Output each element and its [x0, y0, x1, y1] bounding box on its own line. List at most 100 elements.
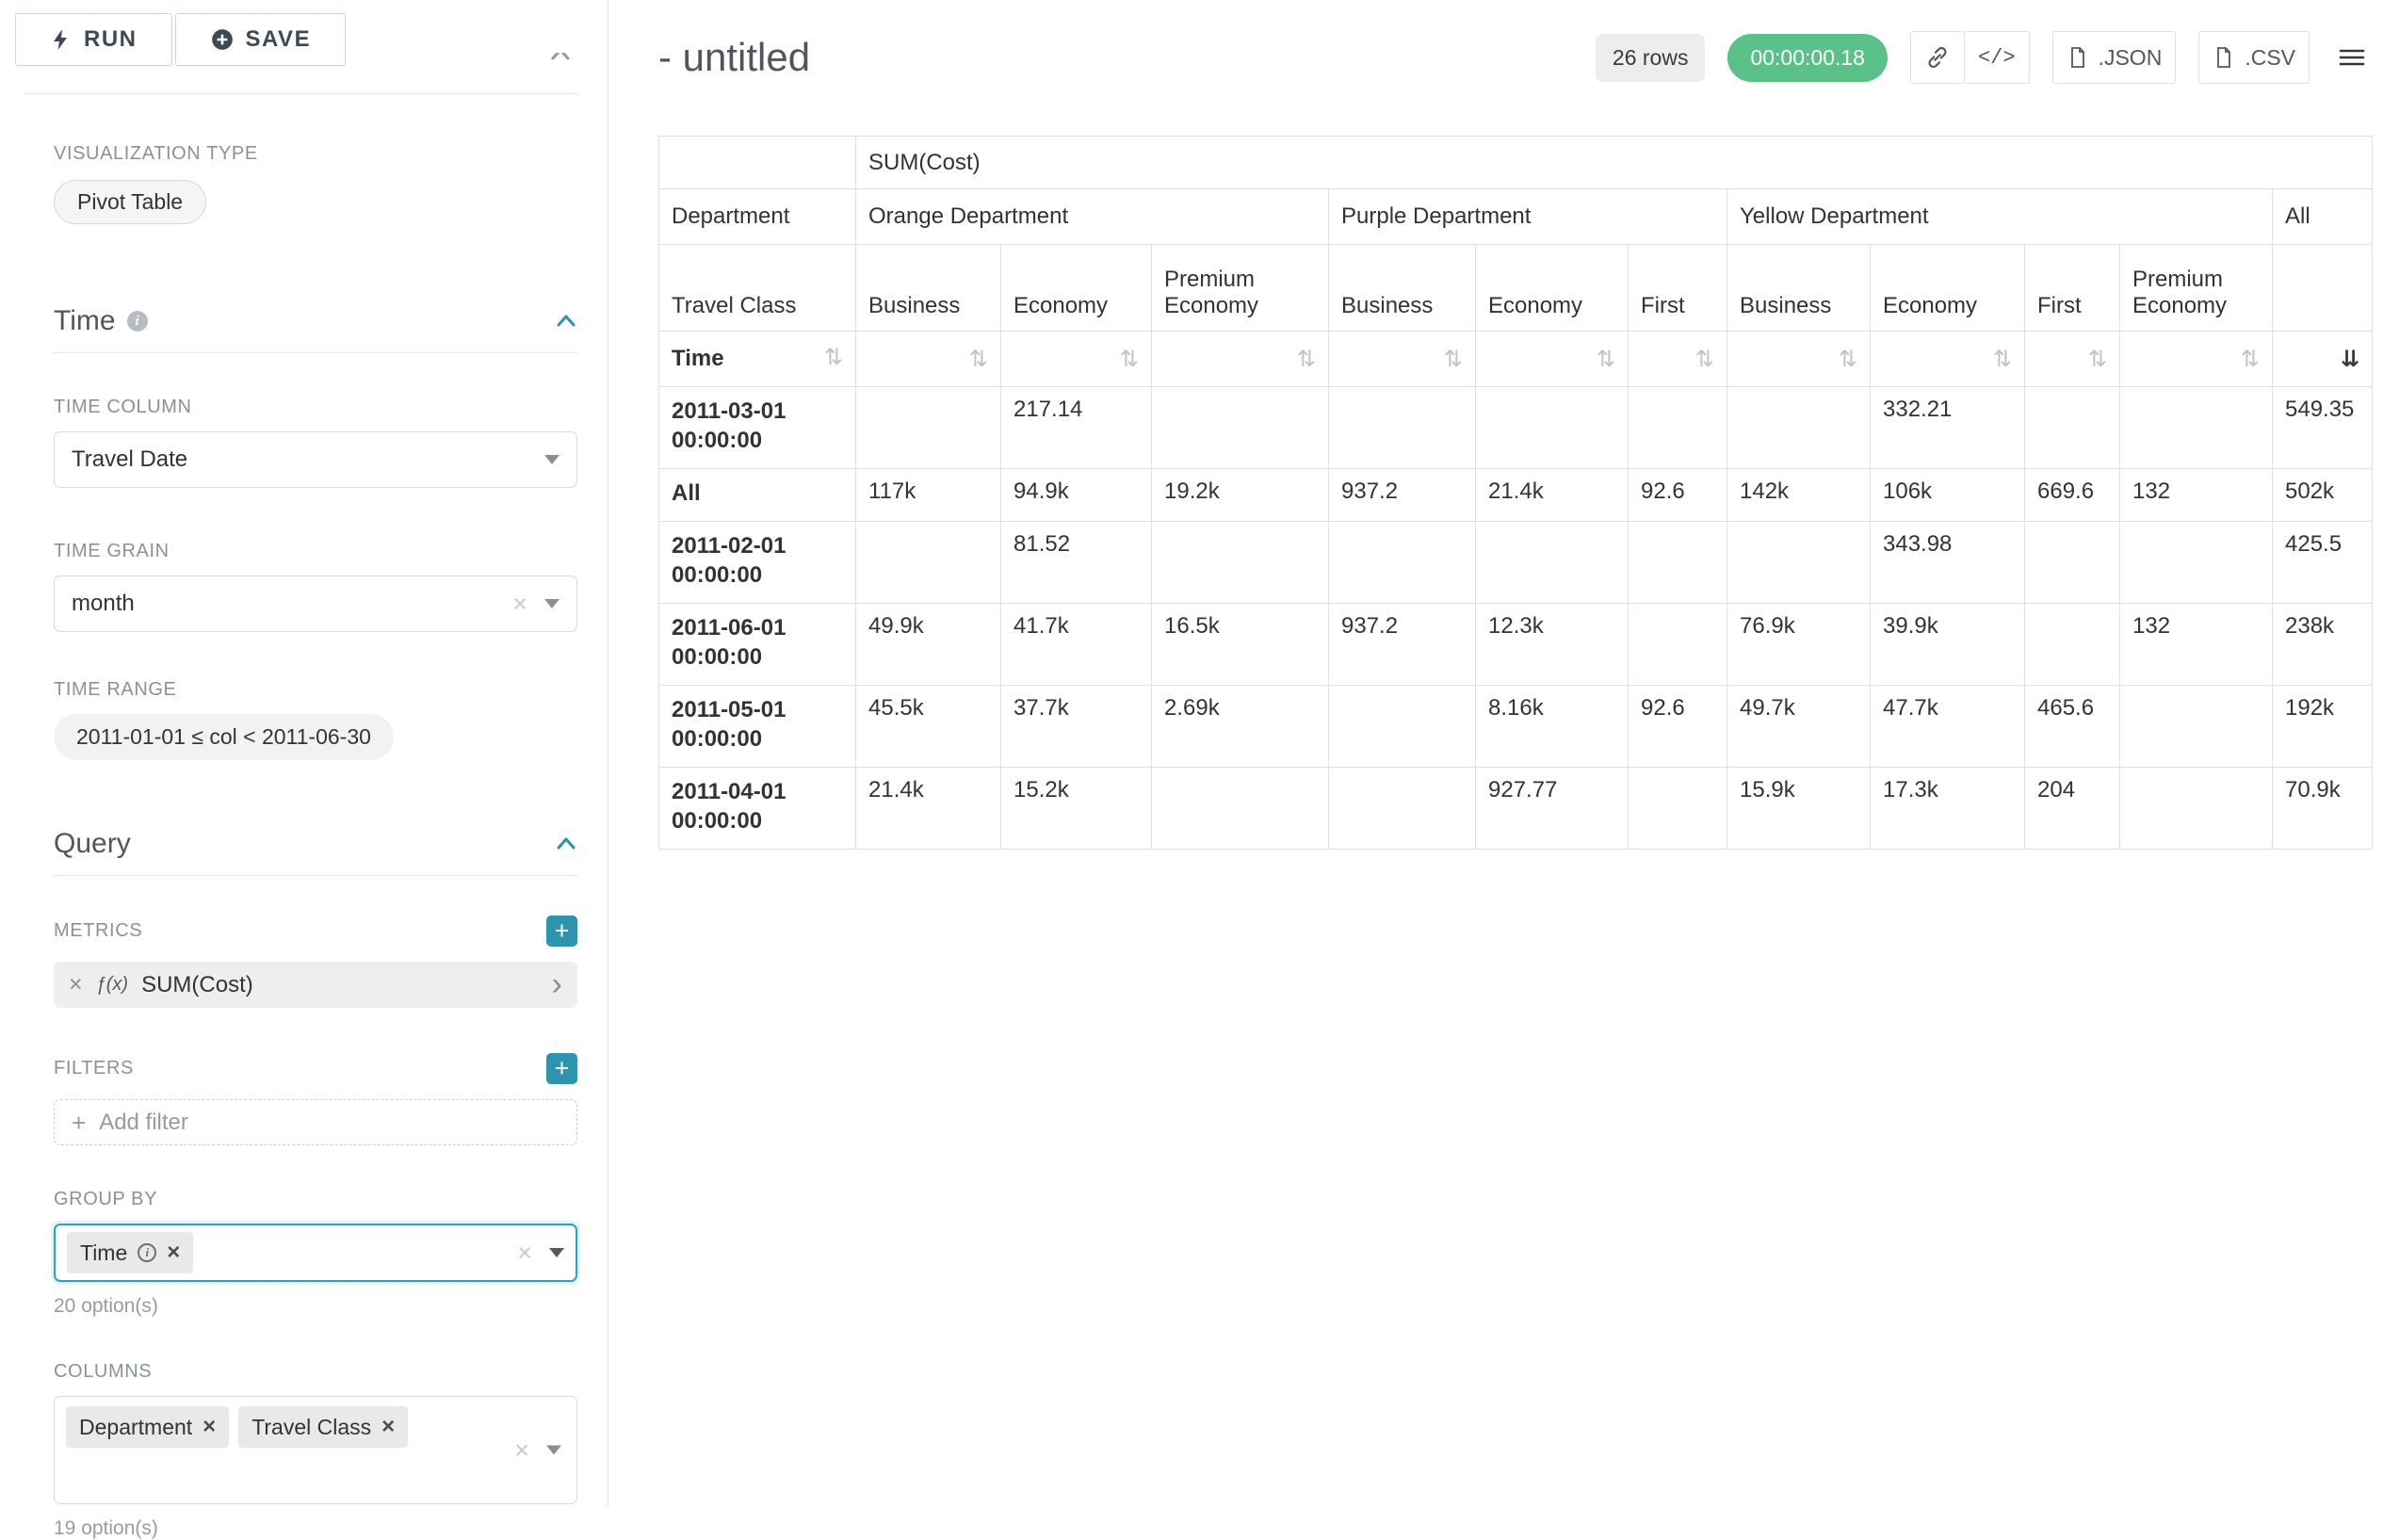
viz-type-pill[interactable]: Pivot Table [54, 180, 206, 224]
sort-icon[interactable]: ⇅ [2088, 348, 2107, 370]
pivot-class-header: First [2025, 245, 2120, 332]
pivot-cell: 81.52 [1001, 522, 1152, 604]
table-row: 2011-04-01 00:00:0021.4k15.2k927.7715.9k… [659, 768, 2373, 850]
pivot-cell: 8.16k [1476, 686, 1629, 768]
chevron-right-icon[interactable]: › [552, 972, 562, 997]
pivot-cell [2120, 387, 2273, 469]
clear-icon[interactable]: × [517, 1240, 532, 1266]
export-json-button[interactable]: .JSON [2052, 31, 2177, 84]
clear-icon[interactable]: × [512, 592, 527, 617]
pivot-class-header: Business [1727, 245, 1871, 332]
pivot-class-header: Premium Economy [1152, 245, 1329, 332]
pivot-cell: 332.21 [1871, 387, 2025, 469]
time-column-select[interactable]: Travel Date [54, 431, 577, 488]
save-button[interactable]: SAVE [175, 13, 347, 66]
pivot-group-header: Yellow Department [1727, 189, 2273, 245]
pivot-cell: 41.7k [1001, 604, 1152, 686]
code-icon: </> [1978, 46, 2016, 70]
sort-icon[interactable]: ⇅ [1297, 348, 1316, 370]
time-section-title: Time [54, 305, 116, 337]
pivot-cell: 12.3k [1476, 604, 1629, 686]
query-section-header: Query [54, 828, 577, 876]
pivot-sort-header: ⇅ [1871, 332, 2025, 387]
pivot-row-label: All [659, 469, 856, 522]
pivot-cell [1329, 686, 1476, 768]
time-section-header: Time i [54, 305, 577, 353]
pivot-cell [1152, 768, 1329, 850]
chart-title[interactable]: - untitled [658, 35, 810, 80]
pivot-cell: 15.2k [1001, 768, 1152, 850]
sort-icon[interactable]: ⇅ [1120, 348, 1139, 370]
lightning-icon [50, 28, 73, 51]
pivot-row-label: 2011-05-01 00:00:00 [659, 686, 856, 768]
chevron-up-icon[interactable] [555, 310, 577, 332]
pivot-row-label: 2011-02-01 00:00:00 [659, 522, 856, 604]
sort-icon[interactable]: ⇅ [969, 348, 988, 370]
clear-icon[interactable]: × [514, 1437, 529, 1463]
sort-icon[interactable]: ⇅ [1993, 348, 2012, 370]
table-row: 2011-03-01 00:00:00217.14332.21549.35 [659, 387, 2373, 469]
plus-icon: + [72, 1110, 86, 1135]
metric-pill[interactable]: × ƒ(x) SUM(Cost) › [54, 962, 577, 1008]
run-button-label: RUN [84, 26, 138, 53]
run-button[interactable]: RUN [15, 13, 172, 66]
columns-select[interactable]: Department×Travel Class× × [54, 1396, 577, 1504]
pivot-cell [1629, 604, 1727, 686]
export-csv-button[interactable]: .CSV [2198, 31, 2310, 84]
add-filter-button[interactable]: + Add filter [54, 1099, 577, 1145]
add-filter-plus-button[interactable]: + [546, 1053, 577, 1084]
pivot-cell [2025, 387, 2120, 469]
pivot-sort-header: ⇊ [2273, 332, 2373, 387]
pivot-cell [1329, 387, 1476, 469]
pivot-cell: 15.9k [1727, 768, 1871, 850]
sort-icon[interactable]: ⇅ [1444, 348, 1463, 370]
embed-code-button[interactable]: </> [1964, 31, 2030, 84]
pivot-cell: 94.9k [1001, 469, 1152, 522]
chevron-up-icon[interactable] [555, 833, 577, 855]
pivot-cell: 204 [2025, 768, 2120, 850]
time-range-pill[interactable]: 2011-01-01 ≤ col < 2011-06-30 [54, 714, 394, 760]
pivot-group-header: Purple Department [1329, 189, 1727, 245]
pivot-cell: 37.7k [1001, 686, 1152, 768]
pivot-class-header: Economy [1001, 245, 1152, 332]
remove-pill-icon[interactable]: × [167, 1241, 180, 1264]
sort-icon[interactable]: ⇅ [1597, 348, 1615, 370]
sort-icon[interactable]: ⇅ [824, 346, 843, 368]
pivot-cell: 425.5 [2273, 522, 2373, 604]
export-json-label: .JSON [2099, 45, 2163, 71]
pivot-cell [1152, 522, 1329, 604]
link-icon [1925, 45, 1950, 70]
group-by-select[interactable]: Timei × × [54, 1224, 577, 1282]
time-grain-select[interactable]: month × [54, 575, 577, 632]
sort-icon[interactable]: ⇅ [1839, 348, 1857, 370]
pivot-sort-header: ⇅ [1329, 332, 1476, 387]
pivot-class-header: Economy [1476, 245, 1629, 332]
pivot-cell: 16.5k [1152, 604, 1329, 686]
pivot-class-header: Business [856, 245, 1001, 332]
add-metric-button[interactable]: + [546, 916, 577, 947]
pivot-cell [2025, 604, 2120, 686]
pivot-sort-header: ⇅ [2025, 332, 2120, 387]
pivot-cell [1629, 387, 1727, 469]
remove-metric-icon[interactable]: × [69, 971, 83, 998]
pivot-cell [1476, 522, 1629, 604]
collapse-chevron-icon[interactable] [549, 53, 572, 66]
query-section-title: Query [54, 828, 131, 860]
remove-pill-icon[interactable]: × [381, 1416, 395, 1438]
sort-icon[interactable]: ⇅ [2241, 348, 2260, 370]
columns-pill[interactable]: Travel Class× [238, 1406, 408, 1448]
pill-label: Department [79, 1415, 192, 1440]
more-options-button[interactable] [2332, 31, 2372, 84]
sort-desc-icon[interactable]: ⇊ [2341, 348, 2359, 370]
sort-icon[interactable]: ⇅ [1695, 348, 1714, 370]
remove-pill-icon[interactable]: × [203, 1416, 216, 1438]
pill-label: Time [80, 1240, 127, 1266]
pivot-cell [1629, 768, 1727, 850]
info-icon[interactable]: i [138, 1243, 156, 1262]
group-by-pill[interactable]: Timei × [67, 1232, 193, 1273]
pivot-metric-header: SUM(Cost) [856, 137, 2373, 189]
info-icon[interactable]: i [127, 311, 148, 332]
pivot-cell: 17.3k [1871, 768, 2025, 850]
copy-link-button[interactable] [1910, 31, 1965, 84]
columns-pill[interactable]: Department × [66, 1406, 229, 1448]
